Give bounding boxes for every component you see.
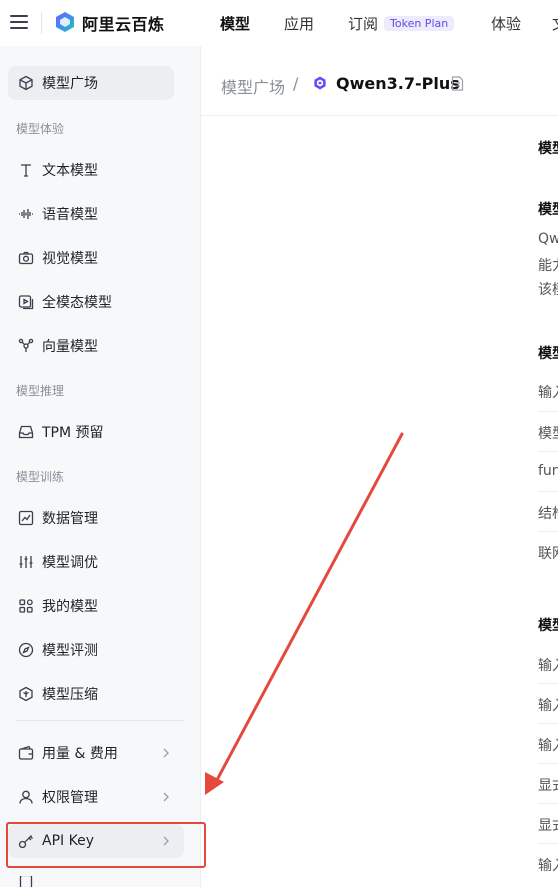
nav-tab-experience[interactable]: 体验	[491, 13, 521, 34]
nav-tab-docs[interactable]: 文	[552, 13, 558, 34]
row-divider	[538, 723, 558, 724]
nav-tab-models[interactable]: 模型	[220, 13, 250, 34]
sidebar-item-label: 视觉模型	[42, 251, 98, 267]
sidebar-item-finetune[interactable]: 模型调优	[8, 545, 184, 579]
token-plan-badge: Token Plan	[384, 16, 455, 31]
row-divider	[538, 803, 558, 804]
sidebar-group-training: 模型训练	[16, 470, 65, 484]
sidebar-item-label: 模型调优	[42, 555, 98, 571]
sidebar-item-label: 我的模型	[42, 599, 98, 615]
content-intro-line: Qw	[538, 231, 558, 247]
inbox-icon	[18, 424, 34, 440]
vector-nodes-icon	[18, 338, 34, 354]
row-divider	[538, 451, 558, 452]
sidebar-item-label: TPM 预留	[42, 425, 104, 441]
content-row: 显式	[538, 778, 558, 794]
sidebar-item-label: 权限管理	[42, 790, 98, 806]
sidebar-item-label: 模型压缩	[42, 687, 98, 703]
content-row: 输入	[538, 858, 558, 874]
row-divider	[538, 531, 558, 532]
page-title: Qwen3.7-Plus	[336, 74, 460, 93]
cube-icon	[18, 75, 34, 91]
sidebar-divider	[16, 720, 184, 721]
row-divider	[538, 843, 558, 844]
document-icon	[18, 876, 34, 887]
sidebar-item-label: 文本模型	[42, 163, 98, 179]
sidebar-item-omni-model[interactable]: 全模态模型	[8, 285, 184, 319]
sidebar-item-voice-model[interactable]: 语音模型	[8, 197, 184, 231]
row-divider	[538, 411, 558, 412]
content-row: 输入	[538, 698, 558, 714]
content-section-title: 模型	[538, 346, 558, 362]
top-navigation-bar: 阿里云百炼 模型 应用 订阅 Token Plan 体验 文	[0, 0, 558, 46]
sidebar-item-text-model[interactable]: 文本模型	[8, 153, 184, 187]
sidebar-item-label: 模型评测	[42, 643, 98, 659]
content-section-title: 模型	[538, 618, 558, 634]
text-icon	[18, 162, 34, 178]
sidebar-item-permissions[interactable]: 权限管理	[8, 780, 184, 814]
media-play-icon	[18, 294, 34, 310]
sidebar-item-evaluation[interactable]: 模型评测	[8, 633, 184, 667]
chart-line-icon	[18, 510, 34, 526]
row-divider	[538, 683, 558, 684]
sidebar-item-vector-model[interactable]: 向量模型	[8, 329, 184, 363]
nav-tab-subscription-label: 订阅	[348, 15, 379, 33]
sidebar-group-inference: 模型推理	[16, 384, 65, 398]
content-row: 输入	[538, 738, 558, 754]
camera-icon	[18, 250, 34, 266]
waveform-icon	[18, 206, 34, 222]
sidebar: 模型广场 模型体验 文本模型 语音模型 视觉模型 全模态模型 向量模型 模型推理	[0, 46, 201, 887]
sidebar-item-label: 向量模型	[42, 339, 98, 355]
bailian-logo-icon	[56, 12, 74, 32]
content-intro-title: 模型	[538, 202, 558, 218]
breadcrumb-home[interactable]: 模型广场	[221, 74, 285, 98]
content-row: 结构	[538, 506, 558, 522]
qwen-logo-icon	[314, 76, 326, 90]
nav-tab-apps[interactable]: 应用	[284, 13, 314, 34]
content-row: 输入	[538, 658, 558, 674]
user-icon	[18, 789, 34, 805]
sliders-icon	[18, 554, 34, 570]
content-intro-line: 该模	[538, 282, 558, 298]
chevron-right-icon	[163, 792, 169, 802]
sidebar-item-my-models[interactable]: 我的模型	[8, 589, 184, 623]
grid-icon	[18, 598, 34, 614]
sidebar-item-vision-model[interactable]: 视觉模型	[8, 241, 184, 275]
content-row: 输入	[538, 385, 558, 401]
sidebar-item-label: 数据管理	[42, 511, 98, 527]
document-icon[interactable]	[451, 76, 464, 91]
sidebar-item-usage-billing[interactable]: 用量 & 费用	[8, 736, 184, 770]
nav-tab-subscription[interactable]: 订阅 Token Plan	[348, 13, 455, 34]
content-row: 模型	[538, 426, 558, 442]
sidebar-group-experience: 模型体验	[16, 122, 65, 136]
row-divider	[538, 763, 558, 764]
breadcrumb: 模型广场 / Qwen3.7-Plus	[201, 46, 558, 116]
brand-name[interactable]: 阿里云百炼	[82, 11, 165, 35]
content-row: 显式	[538, 818, 558, 834]
compass-icon	[18, 642, 34, 658]
header-divider	[41, 12, 42, 34]
sidebar-item-label: 语音模型	[42, 207, 98, 223]
sidebar-item-tpm-reserve[interactable]: TPM 预留	[8, 415, 184, 449]
sidebar-item-data-management[interactable]: 数据管理	[8, 501, 184, 535]
main-content: 模型广场 / Qwen3.7-Plus	[201, 46, 558, 887]
sidebar-item-model-square-row[interactable]: 模型广场	[8, 66, 174, 100]
wallet-icon	[18, 745, 34, 761]
breadcrumb-separator: /	[293, 74, 299, 93]
sidebar-item-partial[interactable]	[8, 876, 184, 887]
content-column-header: 模型	[538, 141, 558, 157]
row-divider	[538, 491, 558, 492]
menu-icon[interactable]	[10, 14, 28, 30]
sidebar-item-label: 全模态模型	[42, 295, 112, 311]
content-row: fun	[538, 463, 558, 479]
sidebar-item-label: 用量 & 费用	[42, 746, 118, 762]
content-intro-line: 能力	[538, 258, 558, 274]
annotation-highlight-box	[6, 822, 206, 868]
sidebar-item-compression[interactable]: 模型压缩	[8, 677, 184, 711]
content-row: 联网	[538, 546, 558, 562]
chevron-right-icon	[163, 748, 169, 758]
sidebar-item-label: 模型广场	[42, 76, 98, 92]
package-icon	[18, 686, 34, 702]
